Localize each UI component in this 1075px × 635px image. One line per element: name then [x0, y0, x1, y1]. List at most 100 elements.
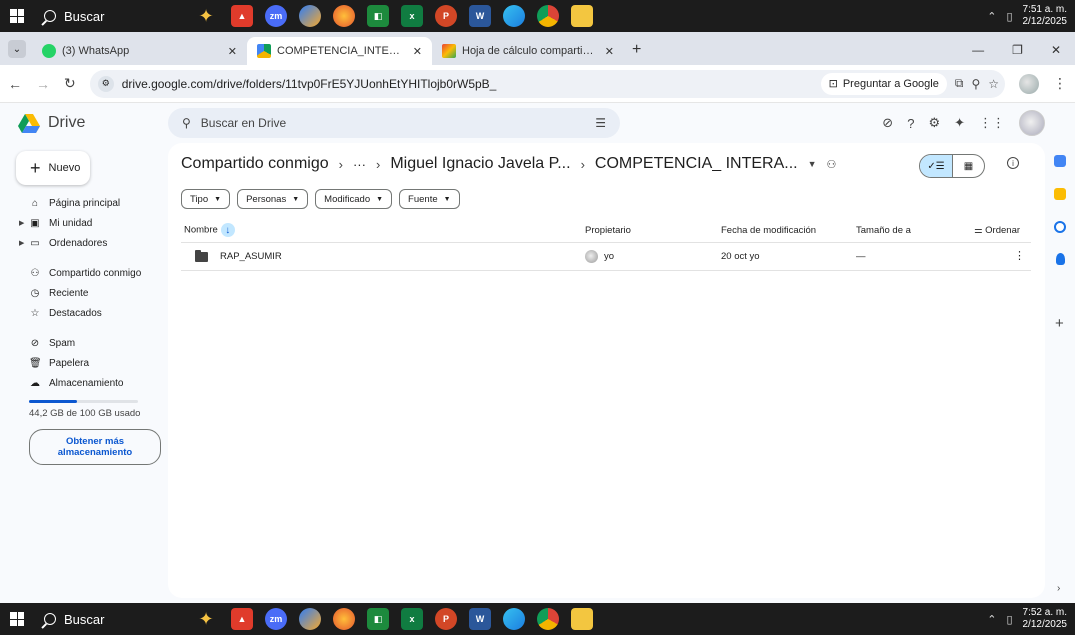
sidebar-item-storage[interactable]: ☁ Almacenamiento [0, 373, 168, 393]
get-addons-icon[interactable]: + [1055, 315, 1064, 332]
chevron-up-icon[interactable]: ⌃ [987, 613, 996, 626]
close-window-icon[interactable]: ✕ [1051, 43, 1061, 57]
file-explorer-icon[interactable] [571, 608, 593, 630]
battery-icon[interactable]: ▯ [1006, 10, 1012, 23]
sidebar-item-trash[interactable]: 🗑 Papelera [0, 353, 168, 373]
breadcrumb-ellipsis[interactable]: ··· [353, 157, 366, 172]
tab-competencia[interactable]: COMPETENCIA_INTERACCION ✕ [247, 37, 432, 65]
restore-icon[interactable]: ❐ [1012, 43, 1023, 57]
column-name[interactable]: Nombre ↓ [184, 223, 235, 237]
expand-caret-icon[interactable]: ▶ [19, 219, 24, 227]
menu-icon[interactable]: ⋮ [1053, 75, 1067, 92]
search-options-icon[interactable]: ☰ [595, 116, 606, 130]
forward-icon[interactable]: → [36, 76, 50, 92]
grid-view-button[interactable]: ▦ [952, 155, 984, 177]
clock[interactable]: 7:51 a. m. 2/12/2025 [1023, 4, 1068, 28]
column-size[interactable]: Tamaño de a [856, 225, 911, 236]
excel-icon[interactable]: x [401, 5, 423, 27]
chevron-up-icon[interactable]: ⌃ [987, 10, 996, 23]
chevron-right-icon[interactable]: › [1057, 583, 1060, 594]
drive-search-input[interactable]: ⚲ Buscar en Drive ☰ [168, 108, 620, 138]
install-icon[interactable]: ⧉ [955, 76, 964, 91]
edge-icon[interactable] [503, 5, 525, 27]
copilot-icon[interactable]: ✦ [189, 609, 223, 630]
settings-icon[interactable]: ⚙ [928, 115, 940, 131]
table-row[interactable]: RAP_ASUMIR yo 20 oct yo — ⋮ [181, 243, 1031, 271]
breadcrumb-current[interactable]: COMPETENCIA_ INTERA... [595, 155, 798, 173]
file-explorer-icon[interactable] [571, 5, 593, 27]
contacts-icon[interactable] [1056, 253, 1065, 265]
sidebar-item-shared[interactable]: ⚇ Compartido conmigo [0, 263, 168, 283]
account-avatar[interactable] [1019, 110, 1045, 136]
list-view-button[interactable]: ✓☰ [920, 155, 952, 177]
tab-whatsapp[interactable]: (3) WhatsApp ✕ [32, 37, 247, 65]
get-more-storage-button[interactable]: Obtener más almacenamiento [29, 429, 161, 465]
clock[interactable]: 7:52 a. m. 2/12/2025 [1023, 607, 1068, 631]
sidebar-item-my-drive[interactable]: ▶ ▣ Mi unidad [0, 213, 168, 233]
sidebar-item-starred[interactable]: ☆ Destacados [0, 303, 168, 323]
info-icon[interactable]: i [1007, 157, 1019, 169]
firefox-icon[interactable] [333, 608, 355, 630]
app-icon-red[interactable]: ▲ [231, 5, 253, 27]
ask-google-button[interactable]: ⊡ Preguntar a Google [820, 72, 947, 95]
close-icon[interactable]: ✕ [413, 45, 422, 58]
start-button[interactable] [0, 0, 34, 32]
expand-caret-icon[interactable]: ▶ [19, 239, 24, 247]
column-modified[interactable]: Fecha de modificación [721, 225, 816, 236]
filter-people[interactable]: Personas ▼ [237, 189, 309, 209]
powerpoint-icon[interactable]: P [435, 608, 457, 630]
gemini-icon[interactable]: ✦ [954, 115, 965, 131]
tab-search-icon[interactable]: ⌄ [8, 40, 26, 58]
firefox-icon[interactable] [333, 5, 355, 27]
chrome-icon[interactable] [537, 5, 559, 27]
sidebar-item-home[interactable]: ⌂ Página principal [0, 193, 168, 213]
battery-icon[interactable]: ▯ [1006, 613, 1012, 626]
filter-source[interactable]: Fuente ▼ [399, 189, 460, 209]
drive-logo[interactable]: Drive [0, 113, 168, 133]
breadcrumb-owner[interactable]: Miguel Ignacio Javela P... [390, 155, 570, 173]
taskbar-search[interactable]: Buscar [34, 603, 189, 635]
taskbar-search[interactable]: Buscar [34, 0, 189, 32]
tasks-icon[interactable] [1054, 221, 1066, 233]
reload-icon[interactable]: ↻ [64, 75, 76, 92]
app-icon-green[interactable]: ◧ [367, 5, 389, 27]
help-icon[interactable]: ? [907, 116, 914, 131]
filter-type[interactable]: Tipo ▼ [181, 189, 231, 209]
omnibox[interactable]: ⚙ drive.google.com/drive/folders/11tvp0F… [89, 69, 1005, 98]
chevron-down-icon[interactable]: ▼ [808, 159, 817, 169]
shared-folder-icon[interactable]: ⚇ [827, 158, 837, 171]
offline-status-icon[interactable]: ⊘ [882, 115, 893, 131]
new-button[interactable]: + Nuevo [16, 151, 90, 185]
sidebar-item-computers[interactable]: ▶ ▭ Ordenadores [0, 233, 168, 253]
tab-spreadsheet[interactable]: Hoja de cálculo compartida con ✕ [432, 37, 624, 65]
back-icon[interactable]: ← [8, 76, 22, 92]
edge-icon[interactable] [503, 608, 525, 630]
copilot-icon[interactable]: ✦ [189, 6, 223, 27]
arrow-down-icon[interactable]: ↓ [220, 223, 235, 237]
profile-avatar[interactable] [1019, 73, 1039, 94]
sidebar-item-recent[interactable]: ◷ Reciente [0, 283, 168, 303]
apps-grid-icon[interactable]: ⋮⋮ [979, 115, 1005, 131]
more-actions-icon[interactable]: ⋮ [1014, 249, 1025, 262]
app-icon-red[interactable]: ▲ [231, 608, 253, 630]
sidebar-item-spam[interactable]: ⊘ Spam [0, 333, 168, 353]
zoom-icon[interactable]: zm [265, 608, 287, 630]
star-icon[interactable]: ☆ [988, 77, 999, 91]
calendar-icon[interactable] [1054, 155, 1066, 167]
start-button[interactable] [0, 603, 34, 635]
chrome-icon[interactable] [537, 608, 559, 630]
breadcrumb-root[interactable]: Compartido conmigo [181, 155, 329, 173]
sort-button[interactable]: ⚌ Ordenar [974, 225, 1020, 236]
zoom-icon[interactable]: zm [265, 5, 287, 27]
zoom-icon[interactable]: ⚲ [971, 77, 980, 91]
filter-modified[interactable]: Modificado ▼ [315, 189, 393, 209]
url-text[interactable]: drive.google.com/drive/folders/11tvp0FrE… [122, 77, 813, 91]
app-icon-green[interactable]: ◧ [367, 608, 389, 630]
excel-icon[interactable]: x [401, 608, 423, 630]
powerpoint-icon[interactable]: P [435, 5, 457, 27]
word-icon[interactable]: W [469, 5, 491, 27]
keep-icon[interactable] [1054, 188, 1066, 200]
app-icon-blue[interactable] [299, 5, 321, 27]
site-info-icon[interactable]: ⚙ [97, 75, 114, 92]
new-tab-icon[interactable]: + [632, 41, 641, 59]
